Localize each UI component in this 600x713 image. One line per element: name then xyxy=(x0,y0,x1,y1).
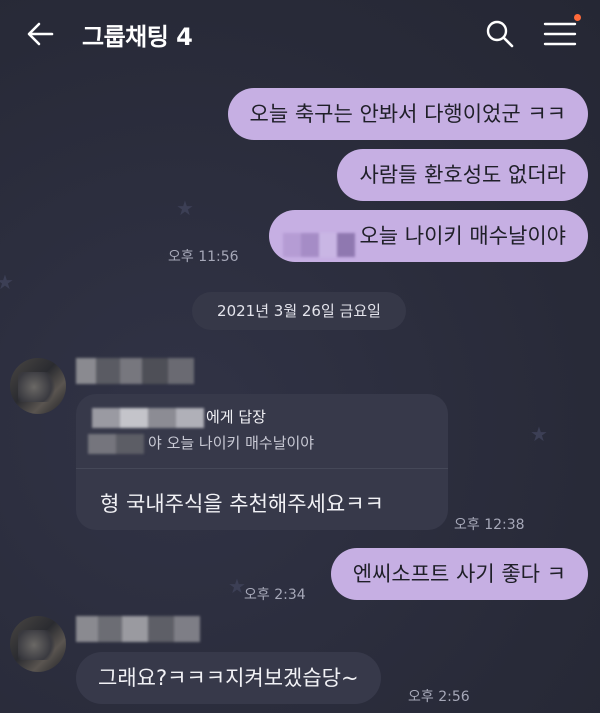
reply-label: 에게 답장 xyxy=(206,408,266,426)
reply-divider xyxy=(76,468,448,469)
message-time: 오후 12:38 xyxy=(454,517,525,533)
arrow-left-icon xyxy=(27,22,54,46)
reply-message[interactable]: 에게 답장 야 오늘 나이키 매수날이야 형 국내주식을 추천해주세요ㅋㅋ xyxy=(76,394,448,530)
message-time: 오후 11:56 xyxy=(168,249,239,265)
chat-header: 그룹채팅 4 xyxy=(0,0,600,68)
menu-button[interactable] xyxy=(542,18,578,50)
blurred-username xyxy=(76,616,200,642)
back-button[interactable] xyxy=(22,18,58,50)
chat-screen: ★ ★ ★ ★ 그룹채팅 4 오늘 축구는 안봐서 다행이었군 ㅋㅋ 사람들 환… xyxy=(0,0,600,713)
notification-dot xyxy=(574,14,581,21)
search-button[interactable] xyxy=(484,18,516,50)
my-message[interactable]: 엔씨소프트 사기 좋다 ㅋ xyxy=(330,548,588,600)
reply-text: 형 국내주식을 추천해주세요ㅋㅋ xyxy=(100,492,384,516)
search-icon xyxy=(486,20,514,48)
their-message[interactable]: 그래요?ㅋㅋㅋ지켜보겠습당~ xyxy=(76,652,381,704)
my-message[interactable]: 오늘 축구는 안봐서 다행이었군 ㅋㅋ xyxy=(227,88,588,140)
avatar[interactable] xyxy=(10,358,66,414)
star-decoration: ★ xyxy=(176,196,194,220)
avatar[interactable] xyxy=(10,616,66,672)
reply-quote: 야 오늘 나이키 매수날이야 xyxy=(148,434,315,452)
blurred-name xyxy=(283,224,356,257)
blurred-reply-target xyxy=(92,408,204,428)
message-text: 오늘 나이키 매수날이야 xyxy=(359,224,566,248)
blurred-username xyxy=(76,358,194,384)
date-separator: 2021년 3월 26일 금요일 xyxy=(192,292,406,330)
message-time: 오후 2:56 xyxy=(408,689,470,705)
my-message[interactable]: 사람들 환호성도 없더라 xyxy=(337,149,588,201)
hamburger-menu-icon xyxy=(543,22,577,46)
star-decoration: ★ xyxy=(530,422,548,446)
star-decoration: ★ xyxy=(0,270,14,294)
blurred-quote-name xyxy=(88,434,144,454)
my-message[interactable]: 오늘 나이키 매수날이야 xyxy=(269,210,588,262)
chat-title: 그룹채팅 4 xyxy=(82,23,193,51)
message-time: 오후 2:34 xyxy=(244,587,306,603)
